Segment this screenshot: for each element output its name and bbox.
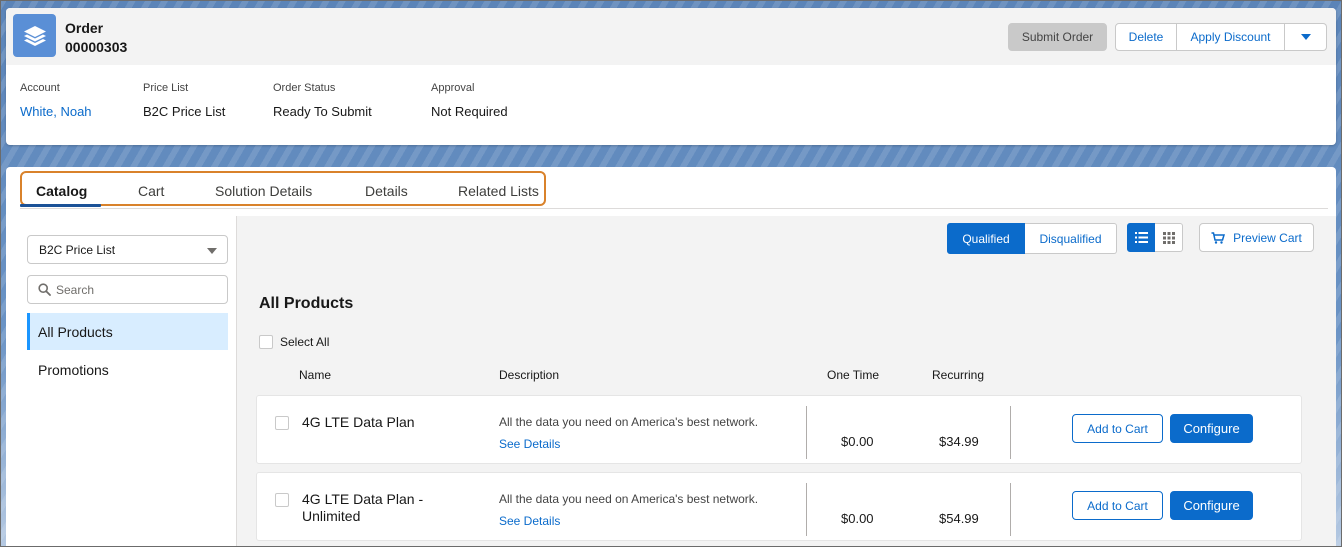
- product-checkbox[interactable]: [275, 493, 289, 507]
- delete-button[interactable]: Delete: [1115, 23, 1177, 51]
- configure-button[interactable]: Configure: [1170, 414, 1253, 443]
- recurring-price: $34.99: [939, 434, 979, 449]
- tab-highlight-box: Catalog Cart Solution Details Details Re…: [20, 171, 546, 206]
- cart-icon: [1211, 231, 1226, 244]
- header-action-group: Delete Apply Discount: [1115, 23, 1327, 51]
- field-label: Price List: [143, 82, 189, 94]
- chevron-down-icon: [1300, 34, 1311, 40]
- product-description: All the data you need on America's best …: [499, 415, 759, 429]
- see-details-link[interactable]: See Details: [499, 514, 560, 528]
- order-status-field: Order Status Ready To Submit: [273, 82, 372, 119]
- search-input[interactable]: [56, 281, 216, 299]
- sidebar-item-promotions[interactable]: Promotions: [27, 351, 228, 388]
- submit-order-button[interactable]: Submit Order: [1008, 23, 1107, 51]
- view-toggle: [1127, 223, 1183, 252]
- column-divider: [806, 483, 807, 536]
- search-field[interactable]: [27, 275, 228, 304]
- grid-view-button[interactable]: [1155, 223, 1183, 252]
- tabs-divider: [20, 208, 1328, 209]
- product-row: 4G LTE Data Plan All the data you need o…: [256, 395, 1302, 464]
- sidebar-item-all-products[interactable]: All Products: [27, 313, 228, 350]
- add-to-cart-button[interactable]: Add to Cart: [1072, 414, 1163, 443]
- order-number: 00000303: [65, 39, 128, 55]
- column-divider: [806, 406, 807, 459]
- field-label: Approval: [431, 82, 475, 94]
- recurring-price: $54.99: [939, 511, 979, 526]
- column-header-recurring: Recurring: [932, 368, 985, 382]
- active-tab-indicator: [20, 204, 101, 207]
- column-header-one-time: One Time: [827, 368, 880, 382]
- qualification-toggle: Qualified Disqualified: [947, 223, 1117, 254]
- price-list-field: Price List B2C Price List: [143, 82, 225, 119]
- select-all-checkbox[interactable]: [259, 335, 273, 349]
- product-checkbox[interactable]: [275, 416, 289, 430]
- main-panel: Catalog Cart Solution Details Details Re…: [6, 167, 1336, 547]
- search-icon: [38, 283, 51, 296]
- one-time-price: $0.00: [841, 434, 874, 449]
- apply-discount-button[interactable]: Apply Discount: [1177, 23, 1285, 51]
- disqualified-button[interactable]: Disqualified: [1025, 223, 1117, 254]
- column-divider: [1010, 483, 1011, 536]
- price-list-select[interactable]: B2C Price List: [27, 235, 228, 264]
- order-header: Order 00000303 Submit Order Delete Apply…: [6, 8, 1336, 145]
- tab-details[interactable]: Details: [365, 183, 408, 199]
- header-top-bar: Order 00000303 Submit Order Delete Apply…: [6, 8, 1336, 65]
- product-name: 4G LTE Data Plan - Unlimited: [302, 491, 424, 524]
- column-header-name: Name: [299, 368, 332, 382]
- grid-view-icon: [1162, 231, 1175, 244]
- list-view-button[interactable]: [1127, 223, 1155, 252]
- field-value: Not Required: [431, 104, 508, 119]
- catalog-content: Qualified Disqualified Preview Cart All …: [236, 216, 1336, 547]
- preview-cart-button[interactable]: Preview Cart: [1199, 223, 1314, 252]
- tab-catalog[interactable]: Catalog: [36, 183, 87, 199]
- one-time-price: $0.00: [841, 511, 874, 526]
- select-all-row: Select All: [259, 335, 329, 349]
- qualified-button[interactable]: Qualified: [947, 223, 1025, 254]
- select-all-label: Select All: [280, 335, 330, 349]
- catalog-sidebar: B2C Price List All Products Promotions: [20, 216, 236, 547]
- account-field: Account White, Noah: [20, 82, 92, 119]
- list-view-icon: [1134, 232, 1148, 243]
- more-actions-button[interactable]: [1285, 23, 1327, 51]
- tab-solution-details[interactable]: Solution Details: [215, 183, 312, 199]
- add-to-cart-button[interactable]: Add to Cart: [1072, 491, 1163, 520]
- field-value: Ready To Submit: [273, 104, 372, 119]
- stacked-layers-icon: [13, 14, 56, 57]
- preview-cart-label: Preview Cart: [1233, 230, 1302, 245]
- see-details-link[interactable]: See Details: [499, 437, 560, 451]
- product-row: 4G LTE Data Plan - Unlimited All the dat…: [256, 472, 1302, 541]
- field-value: B2C Price List: [143, 104, 226, 119]
- field-label: Account: [20, 82, 60, 94]
- field-label: Order Status: [273, 82, 336, 94]
- tab-related-lists[interactable]: Related Lists: [458, 183, 539, 199]
- price-list-select-value: B2C Price List: [39, 243, 116, 257]
- account-link[interactable]: White, Noah: [20, 104, 92, 119]
- section-title: All Products: [259, 295, 354, 312]
- object-type-label: Order: [65, 20, 104, 36]
- approval-field: Approval Not Required: [431, 82, 508, 119]
- configure-button[interactable]: Configure: [1170, 491, 1253, 520]
- product-description: All the data you need on America's best …: [499, 492, 759, 506]
- tab-cart[interactable]: Cart: [138, 183, 164, 199]
- column-header-description: Description: [499, 368, 560, 382]
- product-name: 4G LTE Data Plan: [302, 414, 415, 430]
- caret-down-icon: [207, 248, 217, 254]
- column-divider: [1010, 406, 1011, 459]
